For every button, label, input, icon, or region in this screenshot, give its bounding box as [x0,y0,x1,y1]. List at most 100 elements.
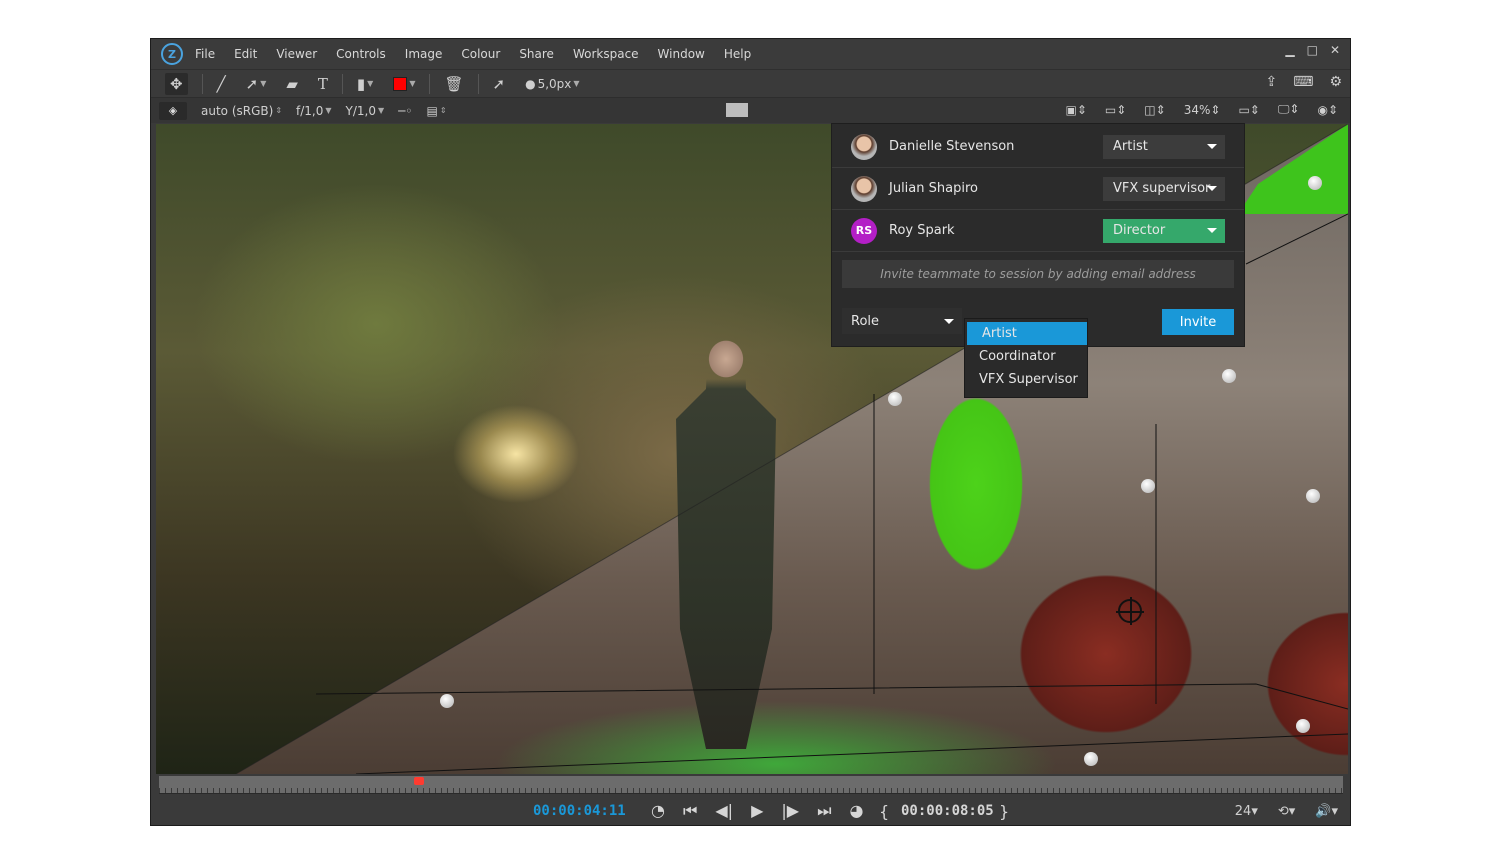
menu-share[interactable]: Share [519,47,554,61]
gamma-label: Y/1,0 [345,103,376,118]
fstop-label: f/1,0 [296,103,324,118]
timeline-ticks [159,788,1343,793]
chevron-down-icon [1207,227,1217,233]
brush-size-value: 5,0px [537,76,572,91]
user-role-label: Artist [1113,139,1148,154]
fit-icon[interactable]: ▭⇕ [1238,103,1259,117]
loop-icon[interactable]: ⟲▾ [1278,804,1295,819]
timeline-scrubber[interactable] [159,776,1343,794]
brush-size-icon: ● [525,76,536,91]
step-back-icon[interactable]: ◀| [715,801,733,821]
close-icon[interactable]: ✕ [1330,43,1340,57]
zoom-label: 34% [1183,102,1211,117]
session-panel: Danielle Stevenson Artist Julian Shapiro… [831,123,1245,347]
menu-window[interactable]: Window [658,47,705,61]
avatar [851,133,877,160]
delete-icon[interactable]: 🗑 [444,75,463,93]
share-icon[interactable]: ⇪ [1265,74,1277,90]
color-space-select[interactable]: auto (sRGB) ⇕ [201,104,282,118]
transport-bar: 00:00:04:11 ◔ ⏮ ◀| ▶ |▶ ⏭ ◕ { 00:00:08:0… [151,796,1350,826]
user-role-select[interactable]: Director [1103,218,1225,243]
avatar: RS [851,217,877,244]
invite-email-input[interactable]: Invite teammate to session by adding ema… [842,260,1234,288]
play-icon[interactable]: ▶ [751,801,763,821]
menu-help[interactable]: Help [724,47,751,61]
monitor-icon[interactable]: 🖵⇕ [1278,102,1300,117]
volume-icon[interactable]: 🔊▾ [1315,804,1338,819]
fps-label: 24 [1234,803,1252,819]
pointer-tool-icon[interactable]: ➚ [493,75,506,93]
color-space-label: auto (sRGB) [201,103,274,118]
crosshair-icon[interactable] [1116,597,1144,625]
minimize-icon[interactable]: ▁ [1285,43,1294,57]
eraser-tool-icon[interactable]: ▰ [286,75,298,93]
window-controls: ▁ □ ✕ [1285,43,1340,57]
color-picker[interactable]: ▼ [393,76,415,91]
role-dropdown-menu: Artist Coordinator VFX Supervisor [964,318,1088,398]
viewer-toolbar: ◈ auto (sRGB) ⇕ f/1,0 ▼ Y/1,0 ▼ ─◦ ▤ ⇕ ▣⇕ ▭⇕… [151,97,1350,123]
zoom-select[interactable]: 34%⇕ [1184,103,1221,117]
toolbar-right: ⇪ ⌨ ⚙ [1265,74,1342,90]
chevron-down-icon [1207,143,1217,149]
role-option-artist[interactable]: Artist [967,322,1087,345]
brush-size-control[interactable]: ● 5,0px ▼ [525,77,579,91]
first-frame-icon[interactable]: ⏮ [683,801,697,821]
tracking-marker[interactable] [1141,479,1155,493]
role-option-vfx-supervisor[interactable]: VFX Supervisor [965,368,1087,391]
app-logo-icon: Z [161,43,183,65]
gamma-select[interactable]: Y/1,0 ▼ [346,104,385,118]
role-option-coordinator[interactable]: Coordinator [965,345,1087,368]
tracking-marker[interactable] [1222,369,1236,383]
viewer-toolbar-right: ▣⇕ ▭⇕ ◫⇕ 34%⇕ ▭⇕ 🖵⇕ ◉⇕ [1065,102,1338,117]
fstop-select[interactable]: f/1,0 ▼ [296,104,332,118]
menu-image[interactable]: Image [405,47,443,61]
menu-edit[interactable]: Edit [234,47,257,61]
playhead-marker[interactable] [413,777,424,785]
out-point-icon[interactable]: } [999,802,1009,821]
user-role-select[interactable]: VFX supervisor [1103,176,1225,201]
avatar [851,175,877,202]
prev-annotation-icon[interactable]: ◔ [651,801,665,821]
chevron-down-icon [944,319,954,324]
layers-icon[interactable]: ◈ [159,101,187,120]
safe-area-icon[interactable]: ◫⇕ [1144,103,1165,117]
tracking-marker[interactable] [1084,752,1098,766]
frame-icon[interactable]: ▣⇕ [1065,103,1086,117]
menu-viewer[interactable]: Viewer [276,47,317,61]
tracking-marker[interactable] [440,694,454,708]
text-tool-icon[interactable]: T [318,75,328,93]
last-frame-icon[interactable]: ⏭ [817,801,831,821]
maximize-icon[interactable]: □ [1307,43,1318,57]
move-tool-icon[interactable]: ✥ [165,72,188,95]
aspect-icon[interactable]: ▭⇕ [1105,103,1126,117]
next-annotation-icon[interactable]: ◕ [850,801,864,821]
in-point-icon[interactable]: { [879,802,889,821]
menu-file[interactable]: File [195,47,215,61]
user-row: RS Roy Spark Director [832,210,1244,252]
channels-icon[interactable]: ▤ ⇕ [426,104,446,118]
tracking-marker[interactable] [1296,719,1310,733]
transport-right: 24▾ ⟲▾ 🔊▾ [1235,804,1338,819]
invite-button[interactable]: Invite [1162,309,1234,335]
settings-gear-icon[interactable]: ⚙ [1329,74,1342,90]
tracking-marker[interactable] [1308,176,1322,190]
keyboard-icon[interactable]: ⌨ [1293,74,1313,90]
arrow-tool-icon[interactable]: ➚ ▼ [246,75,267,93]
shape-tool-icon[interactable]: ▮ ▼ [357,75,373,93]
tracking-marker[interactable] [888,392,902,406]
menu-controls[interactable]: Controls [336,47,386,61]
brush-tool-icon[interactable]: ╱ [217,75,226,93]
invite-role-select[interactable]: Role [842,308,962,334]
visibility-eye-icon[interactable]: ◉⇕ [1317,103,1338,117]
exposure-icon[interactable]: ─◦ [398,104,412,118]
user-role-label: VFX supervisor [1113,181,1211,196]
step-forward-icon[interactable]: |▶ [781,801,799,821]
user-role-select[interactable]: Artist [1103,134,1225,159]
background-swatch[interactable] [726,103,748,117]
current-timecode: 00:00:04:11 [533,803,626,819]
invite-role-label: Role [851,313,880,329]
tracking-marker[interactable] [1306,489,1320,503]
menu-colour[interactable]: Colour [461,47,500,61]
menu-workspace[interactable]: Workspace [573,47,639,61]
fps-select[interactable]: 24▾ [1235,804,1258,819]
